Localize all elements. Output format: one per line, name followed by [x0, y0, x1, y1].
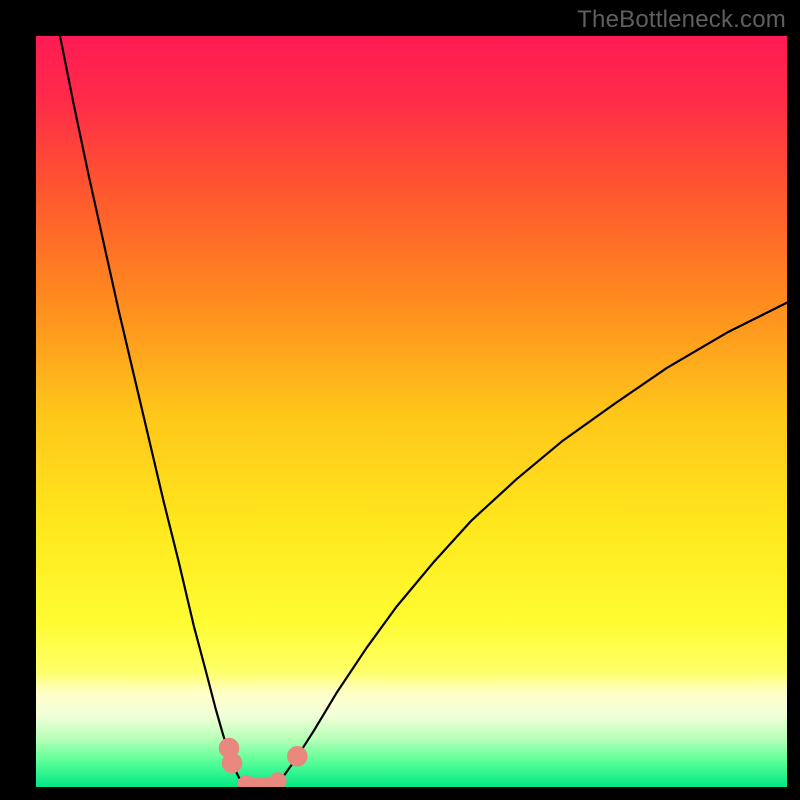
data-markers [219, 738, 307, 787]
data-marker [288, 746, 308, 766]
curve-layer [36, 36, 787, 787]
watermark-text: TheBottleneck.com [577, 6, 786, 34]
chart-frame: TheBottleneck.com [0, 0, 800, 800]
bottleneck-curve [60, 36, 787, 787]
plot-area [36, 36, 787, 787]
data-marker [270, 773, 287, 787]
data-marker [219, 738, 239, 758]
